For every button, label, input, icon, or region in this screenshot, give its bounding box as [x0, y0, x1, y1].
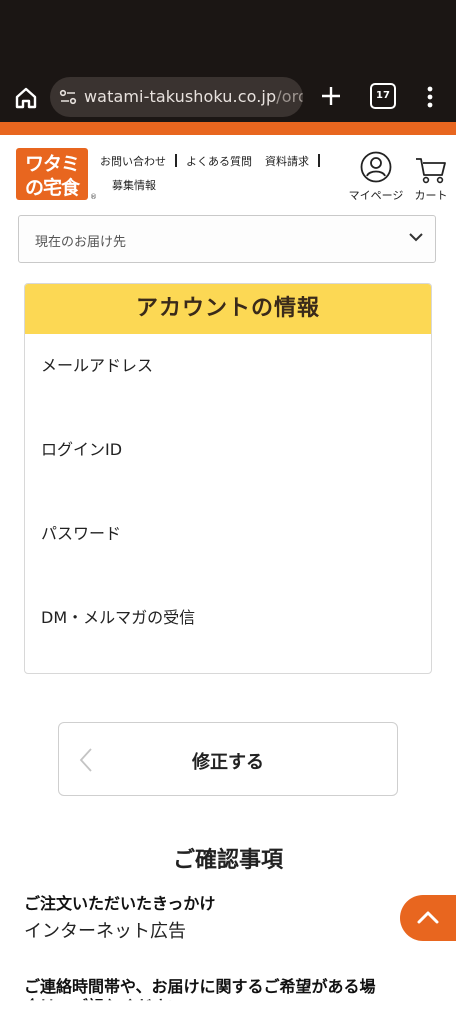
- cart-icon: [416, 158, 446, 184]
- confirm-section-title: ご確認事項: [172, 848, 283, 873]
- cart-label: カート: [414, 189, 448, 202]
- edit-button-label: 修正する: [192, 752, 264, 773]
- user-icon: [360, 151, 392, 183]
- confirm-question-contact-cont: 合は、ご記入ください: [24, 997, 185, 1016]
- account-info-title: アカウントの情報: [25, 284, 431, 334]
- nav-contact-link[interactable]: お問い合わせ: [100, 155, 166, 168]
- nav-faq-link[interactable]: よくある質問: [186, 155, 252, 168]
- mypage-button[interactable]: マイページ: [346, 151, 406, 203]
- new-tab-icon[interactable]: [318, 83, 344, 109]
- home-icon[interactable]: [12, 84, 40, 112]
- delivery-address-label: 現在のお届け先: [35, 235, 127, 250]
- more-menu-icon[interactable]: [420, 82, 440, 112]
- nav-divider: [175, 154, 177, 167]
- tab-switcher-button[interactable]: 17: [370, 83, 396, 109]
- account-row-login-id: ログインID: [41, 440, 123, 459]
- logo-registered-mark: ®: [90, 193, 97, 201]
- chevron-up-icon: [417, 911, 439, 924]
- nav-brochure-link[interactable]: 資料請求: [265, 155, 309, 168]
- site-header: ワタミ の宅食 ® お問い合わせ よくある質問 資料請求 募集情報 マイページ カー…: [0, 135, 456, 212]
- account-row-dm-newsletter: DM・メルマガの受信: [41, 608, 196, 627]
- browser-toolbar: watami-takushoku.co.jp/orde 17: [0, 74, 456, 122]
- status-bar-area: [0, 0, 456, 74]
- logo-line-1: ワタミ: [24, 153, 80, 175]
- url-text: watami-takushoku.co.jp/orde: [84, 87, 303, 106]
- site-settings-icon[interactable]: [59, 88, 77, 106]
- address-bar[interactable]: watami-takushoku.co.jp/orde: [50, 77, 303, 117]
- account-info-panel: アカウントの情報 メールアドレス ログインID パスワード DM・メルマガの受信: [24, 283, 432, 674]
- confirm-question-trigger: ご注文いただいたきっかけ: [24, 894, 216, 913]
- edit-button[interactable]: 修正する: [58, 722, 398, 796]
- logo-line-2: の宅食: [24, 177, 80, 199]
- site-logo[interactable]: ワタミ の宅食 ®: [16, 148, 97, 201]
- url-path: /orde: [276, 87, 303, 106]
- back-to-top-button[interactable]: [400, 895, 456, 941]
- delivery-address-select[interactable]: 現在のお届け先: [18, 215, 436, 263]
- nav-recruit-link[interactable]: 募集情報: [112, 179, 156, 192]
- url-domain: watami-takushoku.co.jp: [84, 87, 277, 106]
- account-row-password: パスワード: [41, 524, 122, 543]
- cart-button[interactable]: カート: [408, 155, 454, 203]
- nav-divider: [318, 154, 320, 167]
- account-row-email: メールアドレス: [41, 356, 154, 375]
- mypage-label: マイページ: [348, 189, 404, 202]
- chevron-down-icon: [409, 233, 423, 242]
- confirm-answer-trigger: インターネット広告: [24, 921, 186, 942]
- brand-stripe: [0, 122, 456, 135]
